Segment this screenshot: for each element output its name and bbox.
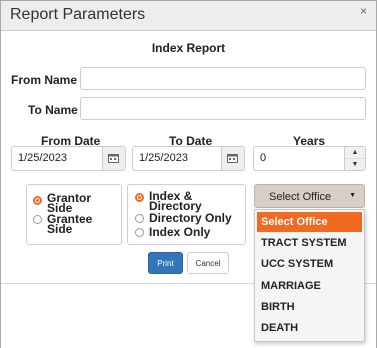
to-date-value: 1/25/2023 [139, 152, 188, 164]
to-date-field[interactable]: 1/25/2023 [132, 146, 245, 171]
calendar-icon[interactable] [102, 147, 125, 170]
dialog-titlebar: Report Parameters × [1, 1, 376, 31]
grantee-side-radio[interactable] [33, 215, 42, 224]
grantee-side-label-2: Side [47, 222, 73, 236]
from-name-label: From Name [11, 73, 78, 87]
office-option-tract-system[interactable]: TRACT SYSTEM [257, 233, 362, 253]
index-only-radio[interactable] [135, 228, 144, 237]
years-value: 0 [260, 152, 267, 164]
index-only-label: Index Only [149, 225, 211, 239]
to-name-input[interactable] [80, 97, 366, 120]
chevron-down-icon[interactable]: ▼ [345, 159, 365, 170]
directory-only-label: Directory Only [149, 211, 232, 225]
from-name-input[interactable] [80, 67, 366, 90]
directory-only-radio[interactable] [135, 214, 144, 223]
dialog-title: Report Parameters [10, 6, 146, 23]
calendar-icon[interactable] [221, 147, 244, 170]
index-radio-group: Index & Directory Directory Only Index O… [127, 184, 246, 245]
office-option-marriage[interactable]: MARRIAGE [257, 276, 362, 296]
index-directory-radio[interactable] [135, 193, 144, 202]
office-select[interactable]: Select Office ▼ [254, 184, 365, 208]
to-name-label: To Name [28, 103, 78, 117]
office-option-select-office[interactable]: Select Office [257, 212, 362, 232]
report-parameters-dialog: Report Parameters × Index Report From Na… [0, 0, 377, 348]
spinner-buttons: ▲ ▼ [344, 147, 365, 170]
grantor-side-radio[interactable] [33, 196, 42, 205]
print-button[interactable]: Print [148, 252, 183, 274]
from-date-value: 1/25/2023 [18, 152, 67, 164]
chevron-up-icon[interactable]: ▲ [345, 147, 365, 159]
office-option-ucc-system[interactable]: UCC SYSTEM [257, 254, 362, 274]
report-heading: Index Report [151, 41, 226, 55]
years-spinner[interactable]: 0 ▲ ▼ [253, 146, 366, 171]
from-date-field[interactable]: 1/25/2023 [11, 146, 126, 171]
cancel-button[interactable]: Cancel [187, 252, 229, 274]
caret-down-icon: ▼ [349, 192, 356, 199]
close-icon[interactable]: × [360, 4, 367, 18]
office-option-birth[interactable]: BIRTH [257, 297, 362, 317]
side-radio-group: Grantor Side Grantee Side [26, 184, 122, 245]
office-select-value: Select Office [269, 191, 332, 203]
office-option-death[interactable]: DEATH [257, 318, 362, 338]
office-dropdown-list: Select Office TRACT SYSTEM UCC SYSTEM MA… [254, 209, 365, 342]
